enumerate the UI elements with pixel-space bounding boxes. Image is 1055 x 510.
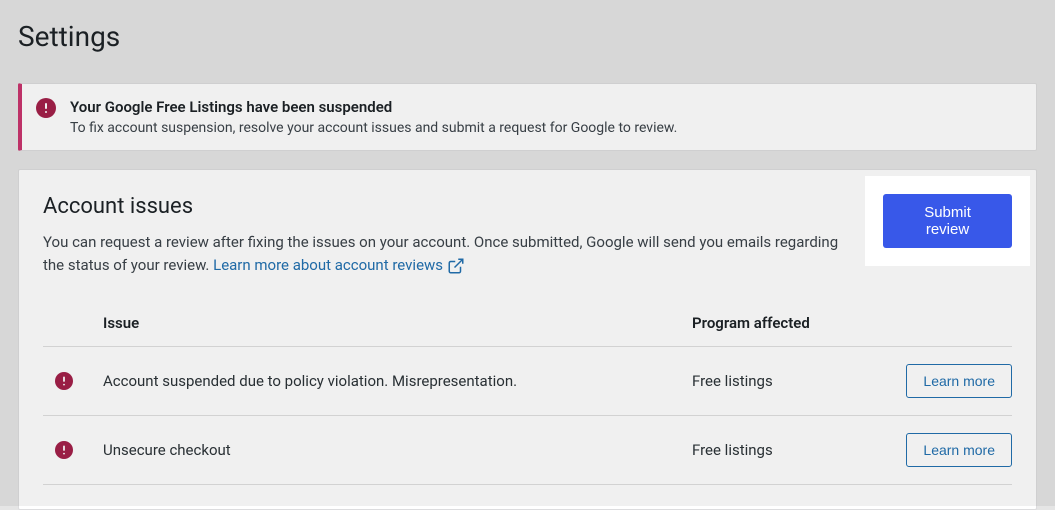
table-row: Unsecure checkout Free listings Learn mo… [43, 416, 1012, 485]
issue-text: Unsecure checkout [103, 416, 692, 485]
program-text: Free listings [692, 347, 872, 416]
error-icon [55, 372, 103, 390]
account-issues-panel: Account issues You can request a review … [18, 169, 1037, 510]
issues-table: Issue Program affected Account suspended… [43, 300, 1012, 485]
learn-more-link[interactable]: Learn more about account reviews [213, 254, 463, 277]
issue-text: Account suspended due to policy violatio… [103, 347, 692, 416]
error-icon [36, 98, 56, 118]
column-header-issue: Issue [103, 300, 692, 347]
program-text: Free listings [692, 416, 872, 485]
external-link-icon [447, 257, 463, 273]
table-row: Account suspended due to policy violatio… [43, 347, 1012, 416]
alert-description: To fix account suspension, resolve your … [70, 120, 677, 136]
submit-review-button[interactable]: Submit review [883, 194, 1012, 248]
learn-more-button[interactable]: Learn more [906, 433, 1012, 467]
learn-more-button[interactable]: Learn more [906, 364, 1012, 398]
suspension-alert: Your Google Free Listings have been susp… [18, 83, 1037, 151]
page-title: Settings [0, 0, 1055, 53]
error-icon [55, 441, 103, 459]
panel-description: You can request a review after fixing th… [43, 231, 855, 276]
panel-title: Account issues [43, 194, 855, 219]
alert-title: Your Google Free Listings have been susp… [70, 98, 677, 116]
column-header-program: Program affected [692, 300, 872, 347]
